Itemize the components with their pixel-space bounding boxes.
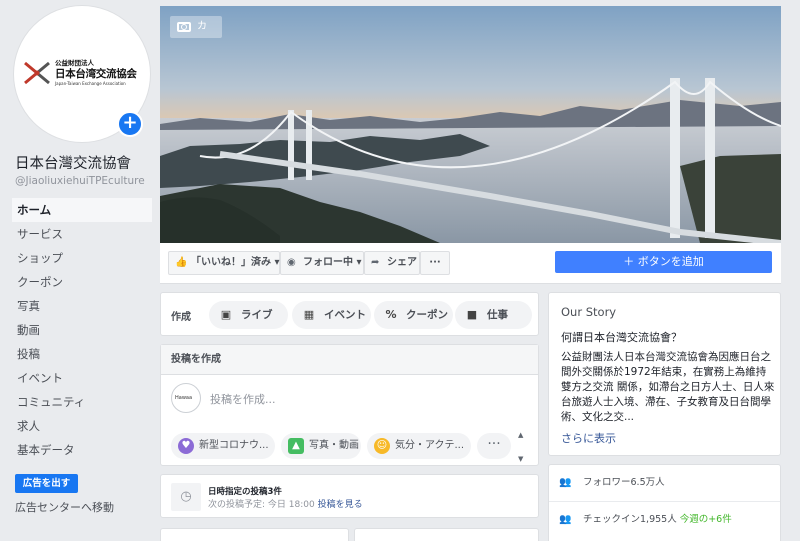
- checkins-count: チェックイン1,955人: [583, 514, 680, 525]
- logo-main-text: 日本台湾交流協会: [55, 68, 137, 80]
- thumbs-up-icon: 👍: [175, 257, 188, 268]
- share-icon: ➦: [371, 257, 380, 268]
- add-profile-photo-icon[interactable]: +: [117, 111, 143, 137]
- scroll-up-icon[interactable]: ▲: [518, 431, 523, 439]
- clock-icon: ◷: [171, 483, 201, 511]
- photo-video-chip-label: 写真・動画: [309, 440, 359, 451]
- avatar-text: Hawaa: [175, 395, 193, 401]
- change-cover-button[interactable]: カ: [170, 16, 222, 38]
- like-button[interactable]: 👍 「いいね！」済み ▾: [168, 251, 280, 275]
- video-camera-icon: ▣: [220, 308, 232, 321]
- story-title: Our Story: [561, 305, 617, 319]
- people-icon: 👥: [559, 514, 572, 525]
- people-icon: 👥: [559, 477, 572, 488]
- add-button[interactable]: ＋ ボタンを追加: [555, 251, 772, 273]
- page-handle[interactable]: @JiaoliuxiehuiTPEculture: [15, 175, 145, 187]
- rss-icon: ◉: [287, 257, 296, 268]
- chevron-down-icon: ▾: [356, 257, 362, 268]
- photo-icon: ▲: [288, 438, 304, 454]
- create-live-button[interactable]: ▣ ライブ: [209, 301, 288, 329]
- more-options-button[interactable]: ···: [420, 251, 450, 275]
- sidebar-item-services[interactable]: サービス: [12, 222, 152, 246]
- compose-more-button[interactable]: ···: [477, 433, 511, 459]
- sidebar-item-posts[interactable]: 投稿: [12, 342, 152, 366]
- share-button[interactable]: ➦ シェア: [364, 251, 420, 275]
- covid-chip-label: 新型コロナウ...: [199, 440, 269, 451]
- create-job-button[interactable]: ■ 仕事: [455, 301, 532, 329]
- compose-heading: 投稿を作成: [161, 345, 538, 375]
- see-more-link[interactable]: さらに表示: [561, 430, 616, 446]
- create-bar: 作成 ▣ ライブ ▦ イベント % クーポン ■ 仕事: [160, 292, 539, 336]
- feeling-chip-label: 気分・アクテ...: [395, 440, 465, 451]
- compose-post-card: 投稿を作成 Hawaa 投稿を作成... ♥ 新型コロナウ... ▲ 写真・動画…: [160, 344, 539, 466]
- create-coupon-button[interactable]: % クーポン: [374, 301, 453, 329]
- sidebar-item-shop[interactable]: ショップ: [12, 246, 152, 270]
- create-live-label: ライブ: [241, 309, 273, 321]
- create-event-button[interactable]: ▦ イベント: [292, 301, 371, 329]
- create-label: 作成: [171, 312, 191, 323]
- sidebar-item-community[interactable]: コミュニティ: [12, 390, 152, 414]
- divider: [549, 501, 780, 502]
- compose-scrollbar[interactable]: ▲ ▼: [515, 429, 529, 465]
- follow-button-label: フォロー中: [303, 257, 353, 268]
- followers-count: フォロワー6.5万人: [583, 477, 665, 488]
- scheduled-posts-card: ◷ 日時指定の投稿3件 次の投稿予定: 今日 18:00 投稿を見る: [160, 474, 539, 518]
- create-event-label: イベント: [324, 309, 366, 321]
- feeling-chip[interactable]: ☺ 気分・アクテ...: [367, 433, 471, 459]
- page-title[interactable]: 日本台灣交流協會: [15, 152, 131, 173]
- sidebar-item-home[interactable]: ホーム: [12, 198, 152, 222]
- like-button-label: 「いいね！」済み: [191, 257, 271, 268]
- sidebar-item-photos[interactable]: 写真: [12, 294, 152, 318]
- scheduled-next: 次の投稿予定: 今日 18:00: [208, 500, 318, 510]
- covid-chip[interactable]: ♥ 新型コロナウ...: [171, 433, 275, 459]
- scheduled-subtitle: 次の投稿予定: 今日 18:00 投稿を見る: [208, 497, 363, 510]
- logo: 公益財団法人 日本台湾交流協会 Japan-Taiwan Exchange As…: [21, 57, 147, 91]
- bottom-card-right: [354, 528, 539, 541]
- cover-photo[interactable]: カ: [160, 6, 781, 243]
- follow-button[interactable]: ◉ フォロー中 ▾: [280, 251, 364, 275]
- view-posts-link[interactable]: 投稿を見る: [318, 500, 363, 510]
- bottom-card-left: [160, 528, 349, 541]
- change-cover-label: カ: [197, 21, 207, 32]
- briefcase-icon: ■: [466, 308, 478, 321]
- checkins-this-week: 今週の+6件: [679, 514, 732, 525]
- create-job-label: 仕事: [487, 309, 508, 321]
- our-story-card: Our Story 何謂日本台灣交流協會？ 公益財團法人日本台灣交流協會為因應日…: [548, 292, 781, 456]
- chevron-down-icon: ▾: [274, 257, 280, 268]
- coupon-icon: %: [385, 308, 397, 321]
- story-body: 公益財團法人日本台灣交流協會為因應日台之間外交關係於1972年結束，在實務上為維…: [561, 351, 775, 423]
- sidebar-item-jobs[interactable]: 求人: [12, 414, 152, 438]
- avatar: Hawaa: [171, 383, 201, 413]
- compose-input[interactable]: 投稿を作成...: [210, 391, 276, 407]
- cover-image: [160, 6, 781, 243]
- photo-video-chip[interactable]: ▲ 写真・動画: [281, 433, 361, 459]
- page-info-card: 👥 フォロワー6.5万人 👥 チェックイン1,955人 今週の+6件: [548, 464, 781, 541]
- scroll-down-icon[interactable]: ▼: [518, 455, 523, 463]
- promote-button[interactable]: 広告を出す: [15, 474, 78, 493]
- checkins-row: 👥 チェックイン1,955人 今週の+6件: [559, 510, 732, 530]
- heart-icon: ♥: [178, 438, 194, 454]
- ad-center-link[interactable]: 広告センターへ移動: [15, 499, 114, 515]
- create-coupon-label: クーポン: [406, 309, 448, 321]
- sidebar-item-videos[interactable]: 動画: [12, 318, 152, 342]
- scheduled-title: 日時指定の投稿3件: [208, 487, 282, 497]
- calendar-icon: ▦: [303, 308, 315, 321]
- sidebar-item-events[interactable]: イベント: [12, 366, 152, 390]
- sidebar-item-coupons[interactable]: クーポン: [12, 270, 152, 294]
- page-action-bar: 👍 「いいね！」済み ▾ ◉ フォロー中 ▾ ➦ シェア ··· ＋ ボタンを追…: [160, 243, 781, 284]
- sidebar-item-about[interactable]: 基本データ: [12, 438, 152, 462]
- smiley-icon: ☺: [374, 438, 390, 454]
- left-sidebar: 公益財団法人 日本台湾交流協会 Japan-Taiwan Exchange As…: [0, 0, 160, 541]
- sidebar-nav: ホーム サービス ショップ クーポン 写真 動画 投稿 イベント コミュニティ …: [12, 198, 152, 462]
- share-button-label: シェア: [387, 257, 417, 268]
- followers-row: 👥 フォロワー6.5万人: [559, 473, 665, 493]
- story-question: 何謂日本台灣交流協會？: [561, 331, 682, 344]
- logo-english-text: Japan-Taiwan Exchange Association: [55, 81, 126, 86]
- logo-mark-icon: [24, 61, 50, 85]
- camera-icon: [177, 22, 191, 32]
